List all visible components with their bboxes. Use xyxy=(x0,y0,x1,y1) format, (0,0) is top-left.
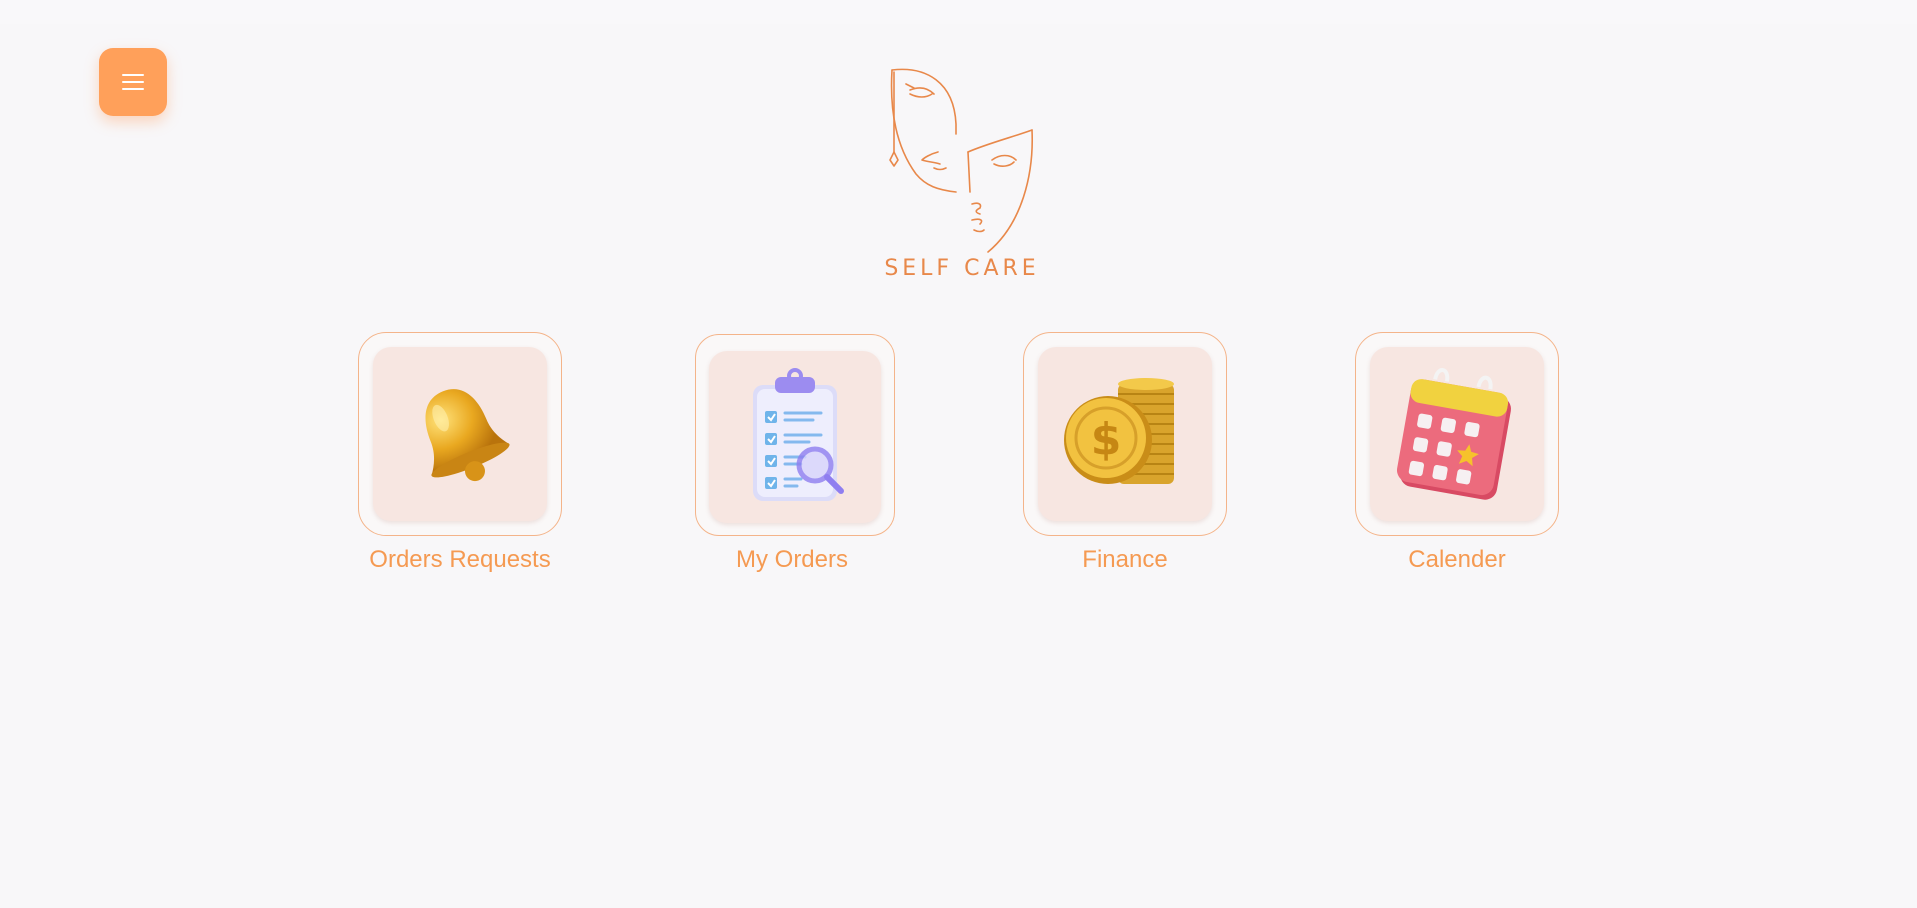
tile-finance[interactable]: $ xyxy=(1023,332,1227,536)
tile-orders-requests-card xyxy=(373,347,547,521)
tile-calender-card xyxy=(1370,347,1544,521)
calendar-star-icon xyxy=(1396,368,1511,500)
tile-orders-requests[interactable] xyxy=(358,332,562,536)
tile-my-orders-card xyxy=(709,351,881,523)
tile-finance-card: $ xyxy=(1038,347,1212,521)
clipboard-search-icon xyxy=(753,368,844,501)
tile-label-finance[interactable]: Finance xyxy=(995,546,1255,574)
tile-label-my-orders[interactable]: My Orders xyxy=(662,546,922,574)
tile-label-calender[interactable]: Calender xyxy=(1327,546,1587,574)
coins-dollar-icon: $ xyxy=(1064,378,1174,484)
hamburger-menu-icon xyxy=(122,74,144,90)
tile-label-orders-requests[interactable]: Orders Requests xyxy=(330,546,590,574)
bell-icon xyxy=(425,389,510,482)
tile-calender[interactable] xyxy=(1355,332,1559,536)
tile-my-orders[interactable] xyxy=(695,334,895,536)
self-care-logo: SELF CARE xyxy=(876,64,1048,284)
logo-text: SELF CARE xyxy=(884,256,1040,281)
top-band xyxy=(0,0,1917,24)
menu-button[interactable] xyxy=(99,48,167,116)
svg-text:$: $ xyxy=(1091,414,1122,465)
